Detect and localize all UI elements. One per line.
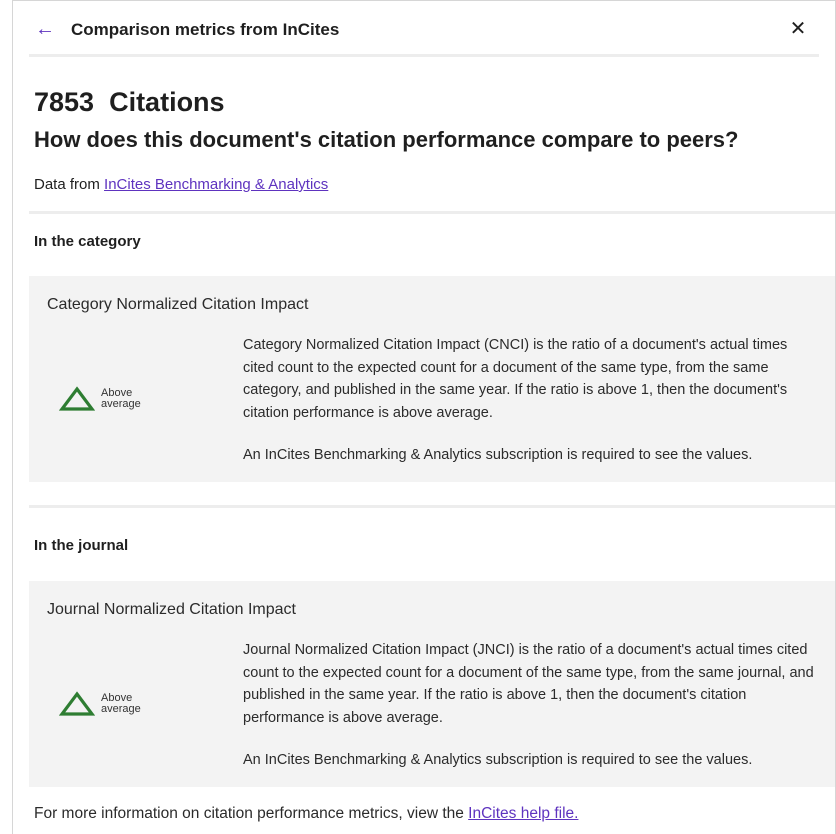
section-divider xyxy=(29,211,835,214)
data-source-prefix: Data from xyxy=(34,176,105,193)
help-footer-text: For more information on citation perform… xyxy=(34,805,469,822)
cnci-subscription-note: An InCites Benchmarking & Analytics subs… xyxy=(243,447,753,463)
panel-header: ← Comparison metrics from InCites ✕ xyxy=(13,1,835,57)
cnci-description: Category Normalized Citation Impact (CNC… xyxy=(243,337,788,421)
jnci-description: Journal Normalized Citation Impact (JNCI… xyxy=(243,642,814,726)
comparison-question: How does this document's citation perfor… xyxy=(34,127,739,152)
cnci-title: Category Normalized Citation Impact xyxy=(47,296,309,313)
triangle-up-icon xyxy=(59,691,95,716)
cnci-card: Category Normalized Citation Impact Abov… xyxy=(29,276,835,482)
panel-title: Comparison metrics from InCites xyxy=(71,20,340,39)
jnci-card: Journal Normalized Citation Impact Above… xyxy=(29,581,835,787)
above-average-label: Above average xyxy=(101,387,141,410)
comparison-panel: ← Comparison metrics from InCites ✕ 7853… xyxy=(12,0,836,834)
header-divider xyxy=(29,54,819,57)
incites-benchmarking-link[interactable]: InCites Benchmarking & Analytics xyxy=(104,176,328,193)
journal-section-heading: In the journal xyxy=(34,537,129,554)
category-section-heading: In the category xyxy=(34,233,141,250)
triangle-up-icon xyxy=(59,386,95,411)
back-arrow-icon[interactable]: ← xyxy=(35,18,57,40)
jnci-badge: Above average xyxy=(59,691,149,717)
above-average-label: Above average xyxy=(101,692,141,715)
section-divider xyxy=(29,505,835,508)
help-footer: For more information on citation perform… xyxy=(34,805,578,823)
close-icon[interactable]: ✕ xyxy=(787,18,809,40)
data-source: Data from InCites Benchmarking & Analyti… xyxy=(34,176,328,193)
jnci-title: Journal Normalized Citation Impact xyxy=(47,601,296,618)
jnci-subscription-note: An InCites Benchmarking & Analytics subs… xyxy=(243,752,753,768)
cnci-badge: Above average xyxy=(59,386,149,412)
citation-count-heading: 7853 Citations xyxy=(34,87,225,117)
incites-help-file-link[interactable]: InCites help file. xyxy=(468,805,578,822)
